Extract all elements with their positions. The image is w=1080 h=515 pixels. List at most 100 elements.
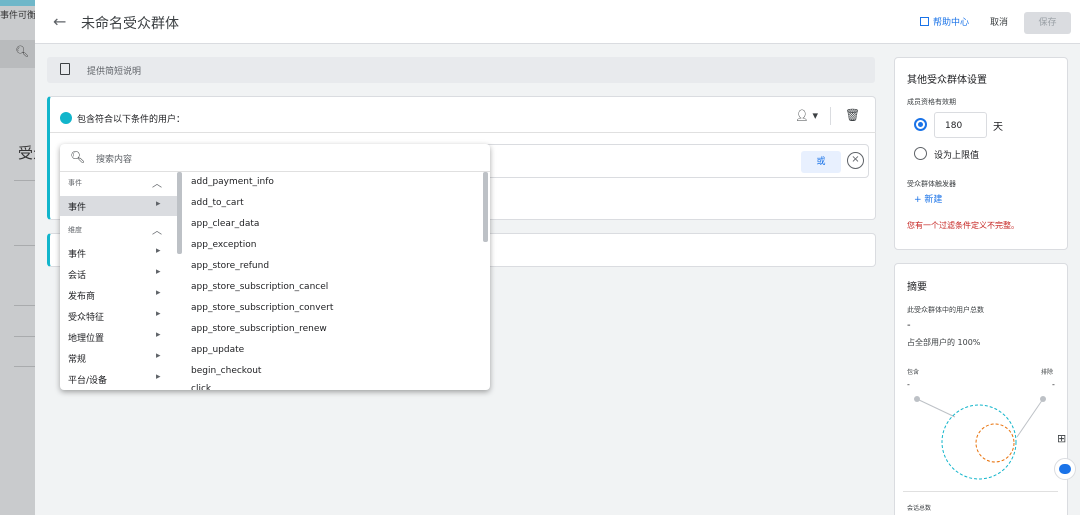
divider	[903, 491, 1058, 492]
category-item[interactable]: 地理位置 ▸	[60, 327, 177, 347]
exclude-value: -	[1052, 380, 1055, 389]
trigger-label: 受众群体触发器	[907, 180, 956, 188]
settings-title: 其他受众群体设置	[907, 75, 987, 86]
dimension-picker-dropdown: 🔍︎ 搜索内容 事件 ︿ 事件 ▸ 维度 ︿ 事件 ▸ 会话 ▸ 发布商 ▸ 受众特征…	[60, 144, 490, 390]
percent-label: 占全部用户的 100%	[907, 338, 981, 347]
divider	[830, 107, 831, 125]
background-search: 🔍︎	[0, 40, 35, 68]
include-label: 包含	[907, 369, 920, 376]
category-item[interactable]: 受众特征 ▸	[60, 306, 177, 326]
exclude-circle	[975, 423, 1015, 463]
chevron-right-icon: ▸	[156, 330, 161, 340]
category-label: 受众特征	[68, 313, 105, 323]
chevron-up-icon: ︿	[152, 179, 162, 190]
description-placeholder: 提供简短说明	[87, 67, 142, 77]
category-item[interactable]: 事件 ▸	[60, 196, 177, 216]
section-title: 事件	[68, 179, 82, 187]
category-label: 常规	[68, 355, 87, 365]
new-trigger-button[interactable]: + 新建	[914, 192, 942, 205]
document-icon	[60, 63, 70, 75]
event-item[interactable]: begin_checkout	[191, 366, 261, 376]
category-item[interactable]: 会话 ▸	[60, 264, 177, 284]
membership-label: 成员资格有效期	[907, 98, 956, 106]
event-item[interactable]: add_payment_info	[191, 177, 274, 187]
event-item[interactable]: add_to_cart	[191, 198, 244, 208]
panel-header: ← 未命名受众群体 帮助中心 取消 保存	[35, 0, 1080, 44]
max-radio[interactable]	[914, 147, 927, 160]
chevron-right-icon: ▸	[156, 351, 161, 361]
scrollbar[interactable]	[483, 172, 488, 242]
chevron-up-icon: ︿	[152, 226, 162, 237]
category-label: 地理位置	[68, 334, 105, 344]
section-title: 维度	[68, 226, 82, 234]
max-label: 设为上限值	[934, 151, 980, 161]
condition-dot-icon	[60, 112, 72, 124]
summary-title: 摘要	[907, 282, 927, 293]
include-value: -	[907, 380, 910, 389]
exclude-label: 排除	[1041, 369, 1054, 376]
search-icon: 🔍︎	[70, 150, 86, 164]
assistant-icon[interactable]	[1054, 458, 1076, 480]
trash-icon[interactable]: 🗑︎	[845, 108, 860, 122]
include-dot	[914, 396, 920, 402]
connector-line	[1016, 398, 1044, 438]
audience-settings-card: 其他受众群体设置 成员资格有效期 180 天 设为上限值 受众群体触发器 + 新…	[894, 57, 1068, 250]
dropdown-search[interactable]: 🔍︎ 搜索内容	[60, 144, 490, 172]
event-item[interactable]: app_store_refund	[191, 261, 269, 271]
description-field[interactable]: 提供简短说明	[47, 57, 875, 83]
category-item[interactable]: 事件 ▸	[60, 243, 177, 263]
save-button[interactable]: 保存	[1024, 12, 1071, 34]
category-label: 事件	[68, 250, 87, 260]
event-item[interactable]: app_store_subscription_cancel	[191, 282, 328, 292]
condition-group-label: 包含符合以下条件的用户：	[77, 115, 186, 125]
cancel-button[interactable]: 取消	[990, 15, 1008, 28]
back-arrow-icon[interactable]: ←	[53, 12, 73, 32]
background-divider	[14, 245, 35, 246]
category-item[interactable]: 平台/设备 ▸	[60, 369, 177, 389]
audience-builder-panel: ← 未命名受众群体 帮助中心 取消 保存 提供简短说明 包含符合以下条件的用户：…	[35, 0, 1080, 515]
connector-line	[916, 398, 956, 418]
category-list: 事件 ︿ 事件 ▸ 维度 ︿ 事件 ▸ 会话 ▸ 发布商 ▸ 受众特征 ▸ 地理位置 ▸ …	[60, 172, 182, 390]
days-input[interactable]: 180	[934, 112, 987, 138]
event-item[interactable]: app_store_subscription_convert	[191, 303, 333, 313]
remove-condition-icon[interactable]: ×	[847, 152, 864, 169]
page-title[interactable]: 未命名受众群体	[81, 13, 179, 33]
background-divider	[14, 366, 35, 367]
background-divider	[14, 305, 35, 306]
category-label: 会话	[68, 271, 87, 281]
or-button[interactable]: 或	[801, 151, 841, 173]
event-item[interactable]: app_update	[191, 345, 244, 355]
category-section-header[interactable]: 事件 ︿	[60, 174, 177, 192]
warning-text: 您有一个过滤条件定义不完整。	[907, 221, 1019, 230]
sessions-label: 会话总数	[907, 505, 932, 512]
chevron-right-icon: ▸	[156, 288, 161, 298]
category-section-header[interactable]: 维度 ︿	[60, 221, 177, 239]
person-scope-icon[interactable]: 👤︎ ▾	[795, 109, 818, 122]
help-center-link[interactable]: 帮助中心	[920, 15, 969, 28]
search-icon: 🔍︎	[15, 45, 29, 58]
category-label: 事件	[68, 203, 87, 213]
event-item[interactable]: app_clear_data	[191, 219, 259, 229]
chevron-right-icon: ▸	[156, 199, 161, 209]
exclude-dot	[1040, 396, 1046, 402]
event-list: add_payment_info add_to_cart app_clear_d…	[182, 172, 490, 390]
external-link-icon	[920, 17, 929, 26]
search-input[interactable]: 搜索内容	[96, 152, 132, 165]
category-item[interactable]: 常规 ▸	[60, 348, 177, 368]
category-label: 平台/设备	[68, 376, 108, 386]
summary-card: 摘要 此受众群体中的用户总数 - 占全部用户的 100% 包含 排除 - - 会…	[894, 263, 1068, 515]
days-radio[interactable]	[914, 118, 927, 131]
users-value: -	[907, 320, 911, 331]
chevron-right-icon: ▸	[156, 246, 161, 256]
divider	[50, 132, 876, 133]
event-item[interactable]: app_store_subscription_renew	[191, 324, 327, 334]
event-item[interactable]: click	[191, 384, 211, 390]
chevron-right-icon: ▸	[156, 267, 161, 277]
chevron-right-icon: ▸	[156, 309, 161, 319]
event-item[interactable]: app_exception	[191, 240, 256, 250]
apps-icon[interactable]: ⊞	[1057, 432, 1075, 450]
include-circle	[941, 404, 1017, 480]
chevron-right-icon: ▸	[156, 372, 161, 382]
category-label: 发布商	[68, 292, 96, 302]
category-item[interactable]: 发布商 ▸	[60, 285, 177, 305]
